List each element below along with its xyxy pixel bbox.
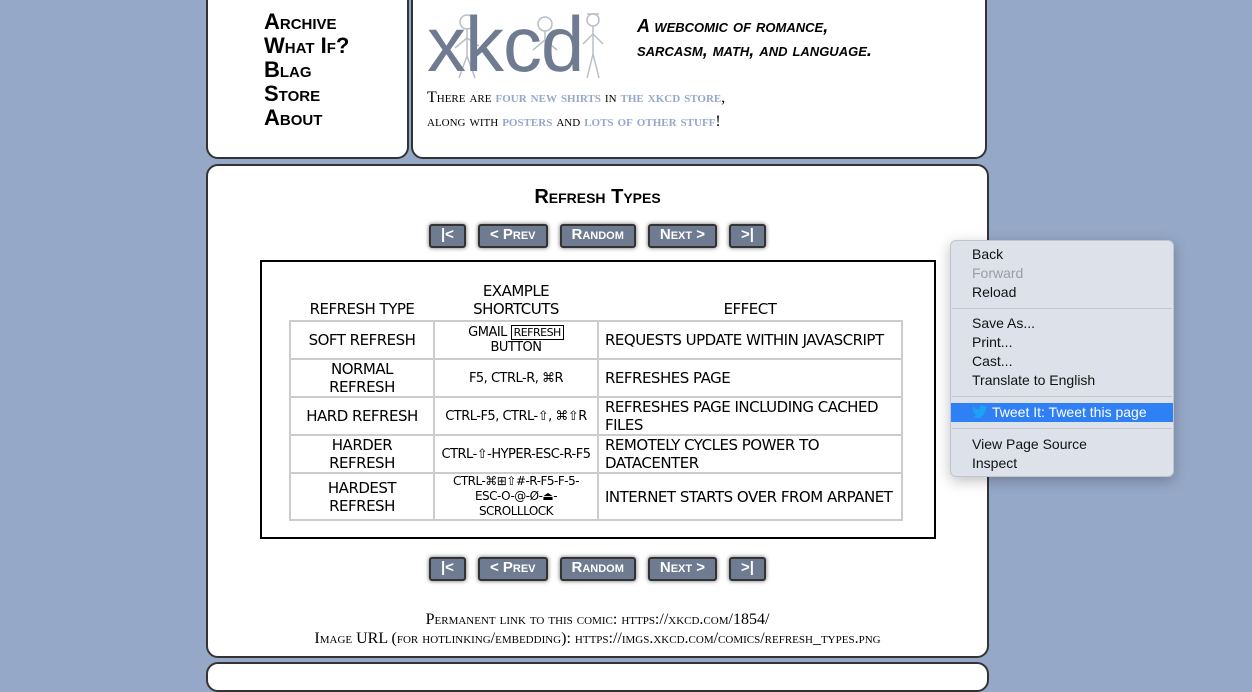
news-text: , (721, 89, 726, 106)
table-header-row: REFRESH TYPE EXAMPLE SHORTCUTS EFFECT (290, 282, 902, 321)
menu-item-save-as[interactable]: Save As... (951, 314, 1173, 333)
nav-link-blag[interactable]: Blag (264, 58, 349, 82)
effect-cell: INTERNET STARTS OVER FROM ARPANET (597, 472, 903, 521)
shortcut-cell: CTRL-⌘⊞⇧#-R-F5-F-5- ESC-O-@-Ø-⏏-SCROLLLO… (433, 472, 599, 521)
image-url-line: Image URL (for hotlinking/embedding): ht… (208, 629, 987, 648)
twitter-bird-icon (972, 405, 988, 418)
nav-link-archive[interactable]: Archive (264, 10, 349, 34)
posters-link[interactable]: posters (502, 113, 552, 130)
refresh-type-cell: HARD REFRESH (289, 396, 435, 436)
comic-panel: Refresh Types |< < Prev Random Next > >|… (206, 164, 989, 658)
refresh-key: REFRESH (510, 325, 564, 340)
table-row: HARDER REFRESH CTRL-⇧-HYPER-ESC-R-F5 REM… (289, 434, 903, 474)
news-line-2: along with posters and lots of other stu… (427, 110, 967, 134)
shortcut-text: GMAIL (468, 325, 511, 340)
shortcut-cell: GMAIL REFRESH BUTTON (433, 320, 599, 360)
news-text: and (552, 113, 585, 130)
header-refresh-type: REFRESH TYPE (309, 300, 415, 318)
top-nav-panel: Archive What If? Blag Store About (206, 0, 409, 159)
comic-title: Refresh Types (534, 186, 661, 208)
menu-item-tweet-label: Tweet It: Tweet this page (992, 404, 1147, 420)
first-comic-button[interactable]: |< (428, 224, 466, 248)
effect-cell: REFRESHES PAGE INCLUDING CACHED FILES (597, 396, 903, 436)
refresh-type-cell: NORMAL REFRESH (289, 358, 435, 398)
news-announcement: There are four new shirts in the xkcd st… (427, 86, 967, 134)
news-line-1: There are four new shirts in the xkcd st… (427, 86, 967, 110)
permalink-line: Permanent link to this comic: https://xk… (208, 610, 987, 629)
last-comic-button[interactable]: >| (729, 224, 767, 248)
menu-separator (952, 308, 1172, 309)
menu-item-inspect[interactable]: Inspect (951, 454, 1173, 473)
nav-link-about[interactable]: About (264, 106, 349, 130)
shortcut-text: BUTTON (490, 340, 542, 355)
slogan-line-1: A webcomic of romance, (637, 16, 829, 36)
image-url-label: Image URL (for hotlinking/embedding): (314, 630, 575, 647)
logo-wordmark: xkcd (427, 0, 584, 88)
menu-item-reload[interactable]: Reload (951, 283, 1173, 302)
shortcut-cell: CTRL-⇧-HYPER-ESC-R-F5 (433, 434, 599, 474)
menu-item-cast[interactable]: Cast... (951, 352, 1173, 371)
effect-cell: REMOTELY CYCLES POWER TO DATACENTER (597, 434, 903, 474)
random-comic-button[interactable]: Random (559, 557, 636, 581)
menu-item-back[interactable]: Back (951, 245, 1173, 264)
first-comic-button[interactable]: |< (428, 557, 466, 581)
nav-link-what-if[interactable]: What If? (264, 34, 349, 58)
menu-separator (952, 428, 1172, 429)
refresh-type-cell: HARDER REFRESH (289, 434, 435, 474)
refresh-type-cell: SOFT REFRESH (289, 320, 435, 360)
effect-cell: REQUESTS UPDATE WITHIN JAVASCRIPT (597, 320, 903, 360)
menu-item-translate[interactable]: Translate to English (951, 371, 1173, 390)
news-text: in (600, 89, 621, 106)
news-text: ! (715, 113, 721, 130)
slogan-line-2: sarcasm, math, and language. (637, 40, 872, 60)
table-row: NORMAL REFRESH F5, CTRL-R, ⌘R REFRESHES … (289, 358, 903, 398)
xkcd-store-link[interactable]: the xkcd store (621, 89, 722, 106)
comic-drawing: REFRESH TYPE EXAMPLE SHORTCUTS EFFECT SO… (289, 282, 903, 521)
permalink-block: Permanent link to this comic: https://xk… (208, 610, 987, 648)
news-text: There are (427, 89, 496, 106)
header-effect: EFFECT (723, 300, 777, 318)
menu-separator (952, 396, 1172, 397)
last-comic-button[interactable]: >| (729, 557, 767, 581)
header-example-shortcuts: EXAMPLE SHORTCUTS (473, 282, 559, 318)
refresh-types-table: REFRESH TYPE EXAMPLE SHORTCUTS EFFECT SO… (289, 282, 903, 521)
top-nav-list: Archive What If? Blag Store About (264, 10, 349, 130)
slogan: A webcomic of romance, sarcasm, math, an… (637, 14, 937, 62)
table-row: SOFT REFRESH GMAIL REFRESH BUTTON REQUES… (289, 320, 903, 360)
prev-comic-button[interactable]: < Prev (477, 224, 548, 248)
shortcut-line-1: CTRL-⌘⊞⇧#-R-F5-F-5- (452, 474, 580, 488)
comic-nav-top: |< < Prev Random Next > >| (208, 224, 987, 248)
nav-link-store[interactable]: Store (264, 82, 349, 106)
table-row: HARDEST REFRESH CTRL-⌘⊞⇧#-R-F5-F-5- ESC-… (289, 472, 903, 521)
menu-item-view-source[interactable]: View Page Source (951, 435, 1173, 454)
table-row: HARD REFRESH CTRL-F5, CTRL-⇧, ⌘⇧R REFRES… (289, 396, 903, 436)
context-menu: Back Forward Reload Save As... Print... … (950, 240, 1174, 477)
refresh-type-cell: HARDEST REFRESH (289, 472, 435, 521)
footer-panel (206, 662, 989, 692)
header-panel: xkcd A webcomic of romance, sarcasm, mat… (411, 0, 987, 159)
shortcut-line-2: ESC-O-@-Ø-⏏-SCROLLLOCK (474, 489, 558, 518)
comic-image[interactable]: REFRESH TYPE EXAMPLE SHORTCUTS EFFECT SO… (260, 260, 936, 539)
random-comic-button[interactable]: Random (559, 224, 636, 248)
news-text: along with (427, 113, 503, 130)
menu-item-print[interactable]: Print... (951, 333, 1173, 352)
shortcut-cell: F5, CTRL-R, ⌘R (433, 358, 599, 398)
other-stuff-link[interactable]: lots of other stuff (584, 113, 715, 130)
effect-cell: REFRESHES PAGE (597, 358, 903, 398)
four-new-shirts-link[interactable]: four new shirts (496, 89, 601, 106)
menu-item-tweet[interactable]: Tweet It: Tweet this page (951, 403, 1173, 422)
menu-item-forward: Forward (972, 265, 1024, 281)
comic-nav-bottom: |< < Prev Random Next > >| (208, 557, 987, 581)
image-url[interactable]: https://imgs.xkcd.com/comics/refresh_typ… (575, 630, 881, 647)
shortcut-cell: CTRL-F5, CTRL-⇧, ⌘⇧R (433, 396, 599, 436)
next-comic-button[interactable]: Next > (647, 557, 718, 581)
next-comic-button[interactable]: Next > (647, 224, 718, 248)
xkcd-logo[interactable]: xkcd (427, 2, 607, 86)
permalink-url[interactable]: https://xkcd.com/1854/ (621, 611, 769, 628)
permalink-label: Permanent link to this comic: (425, 611, 622, 628)
prev-comic-button[interactable]: < Prev (477, 557, 548, 581)
